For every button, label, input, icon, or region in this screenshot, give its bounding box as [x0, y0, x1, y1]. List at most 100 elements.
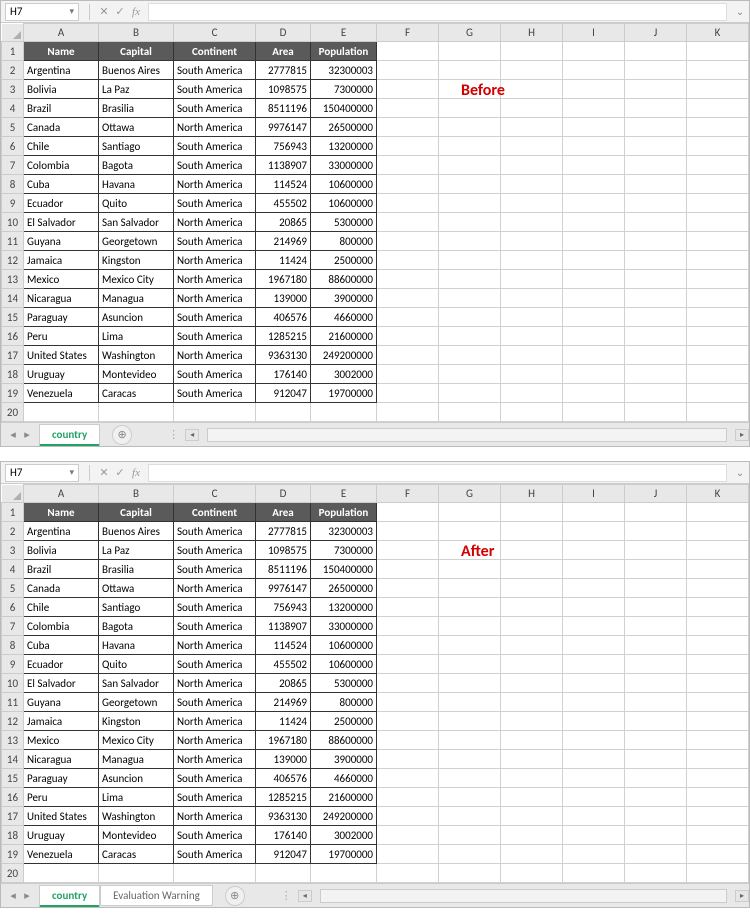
empty-cell[interactable] — [501, 655, 563, 674]
cell-continent[interactable]: North America — [174, 346, 256, 365]
cell-capital[interactable]: Brasilia — [99, 560, 174, 579]
cell-name[interactable]: United States — [24, 346, 99, 365]
cell-name[interactable]: Paraguay — [24, 308, 99, 327]
cell-continent[interactable]: North America — [174, 579, 256, 598]
empty-cell[interactable] — [625, 655, 687, 674]
empty-cell[interactable] — [24, 403, 99, 422]
cell-name[interactable]: United States — [24, 807, 99, 826]
cell-area[interactable]: 114524 — [256, 636, 311, 655]
add-sheet-button[interactable]: ⊕ — [112, 425, 132, 445]
column-header-D[interactable]: D — [256, 24, 311, 42]
empty-cell[interactable] — [563, 137, 625, 156]
cell-area[interactable]: 455502 — [256, 194, 311, 213]
dropdown-icon[interactable]: ▾ — [69, 467, 74, 478]
cell-population[interactable]: 21600000 — [311, 327, 377, 346]
cell-population[interactable]: 19700000 — [311, 845, 377, 864]
empty-cell[interactable] — [687, 384, 749, 403]
empty-cell[interactable] — [501, 365, 563, 384]
cell-area[interactable]: 214969 — [256, 232, 311, 251]
empty-cell[interactable] — [24, 864, 99, 883]
cell-population[interactable]: 7300000 — [311, 80, 377, 99]
cell-area[interactable]: 11424 — [256, 251, 311, 270]
empty-cell[interactable] — [377, 788, 439, 807]
empty-cell[interactable] — [377, 655, 439, 674]
cell-continent[interactable]: North America — [174, 175, 256, 194]
row-header-8[interactable]: 8 — [2, 175, 24, 194]
cell-population[interactable]: 10600000 — [311, 175, 377, 194]
empty-cell[interactable] — [687, 807, 749, 826]
select-all-corner[interactable] — [2, 485, 24, 503]
row-header-7[interactable]: 7 — [2, 156, 24, 175]
cell-capital[interactable]: Caracas — [99, 845, 174, 864]
empty-cell[interactable] — [439, 194, 501, 213]
empty-cell[interactable] — [439, 769, 501, 788]
empty-cell[interactable] — [501, 175, 563, 194]
cell-area[interactable]: 1967180 — [256, 270, 311, 289]
empty-cell[interactable] — [625, 175, 687, 194]
empty-cell[interactable] — [439, 503, 501, 522]
empty-cell[interactable] — [501, 579, 563, 598]
empty-cell[interactable] — [563, 674, 625, 693]
empty-cell[interactable] — [687, 864, 749, 883]
empty-cell[interactable] — [625, 232, 687, 251]
empty-cell[interactable] — [625, 118, 687, 137]
cell-population[interactable]: 88600000 — [311, 731, 377, 750]
cell-area[interactable]: 214969 — [256, 693, 311, 712]
empty-cell[interactable] — [377, 384, 439, 403]
empty-cell[interactable] — [439, 308, 501, 327]
cell-population[interactable]: 10600000 — [311, 655, 377, 674]
cell-capital[interactable]: Lima — [99, 788, 174, 807]
column-header-I[interactable]: I — [563, 485, 625, 503]
empty-cell[interactable] — [377, 346, 439, 365]
cell-name[interactable]: Canada — [24, 118, 99, 137]
empty-cell[interactable] — [687, 403, 749, 422]
empty-cell[interactable] — [563, 522, 625, 541]
cell-name[interactable]: Venezuela — [24, 384, 99, 403]
empty-cell[interactable] — [687, 769, 749, 788]
column-header-B[interactable]: B — [99, 485, 174, 503]
column-header-I[interactable]: I — [563, 24, 625, 42]
row-header-15[interactable]: 15 — [2, 308, 24, 327]
cell-capital[interactable]: Managua — [99, 750, 174, 769]
cell-capital[interactable]: La Paz — [99, 80, 174, 99]
cell-population[interactable]: 800000 — [311, 693, 377, 712]
empty-cell[interactable] — [625, 560, 687, 579]
empty-cell[interactable] — [501, 845, 563, 864]
cell-population[interactable]: 33000000 — [311, 617, 377, 636]
cell-capital[interactable]: San Salvador — [99, 213, 174, 232]
empty-cell[interactable] — [563, 118, 625, 137]
row-header-11[interactable]: 11 — [2, 693, 24, 712]
cell-continent[interactable]: South America — [174, 826, 256, 845]
empty-cell[interactable] — [439, 213, 501, 232]
cell-name[interactable]: Bolivia — [24, 80, 99, 99]
cell-population[interactable]: 5300000 — [311, 213, 377, 232]
cell-population[interactable]: 13200000 — [311, 137, 377, 156]
empty-cell[interactable] — [625, 750, 687, 769]
cell-continent[interactable]: South America — [174, 156, 256, 175]
cell-capital[interactable]: Kingston — [99, 712, 174, 731]
cell-capital[interactable]: Asuncion — [99, 308, 174, 327]
cell-name[interactable]: Nicaragua — [24, 750, 99, 769]
cell-population[interactable]: 2500000 — [311, 712, 377, 731]
cell-area[interactable]: 406576 — [256, 308, 311, 327]
empty-cell[interactable] — [439, 403, 501, 422]
cell-continent[interactable]: South America — [174, 365, 256, 384]
empty-cell[interactable] — [563, 579, 625, 598]
empty-cell[interactable] — [377, 845, 439, 864]
empty-cell[interactable] — [439, 712, 501, 731]
row-header-5[interactable]: 5 — [2, 118, 24, 137]
empty-cell[interactable] — [439, 327, 501, 346]
select-all-corner[interactable] — [2, 24, 24, 42]
dropdown-icon[interactable]: ▾ — [69, 6, 74, 17]
empty-cell[interactable] — [439, 560, 501, 579]
cell-area[interactable]: 2777815 — [256, 61, 311, 80]
cell-name[interactable]: El Salvador — [24, 213, 99, 232]
empty-cell[interactable] — [687, 826, 749, 845]
sheet-tab-country[interactable]: country — [39, 424, 100, 446]
cell-capital[interactable]: Georgetown — [99, 693, 174, 712]
cell-population[interactable]: 150400000 — [311, 99, 377, 118]
cell-continent[interactable]: South America — [174, 788, 256, 807]
empty-cell[interactable] — [625, 617, 687, 636]
cell-capital[interactable]: Bagota — [99, 156, 174, 175]
column-header-E[interactable]: E — [311, 24, 377, 42]
